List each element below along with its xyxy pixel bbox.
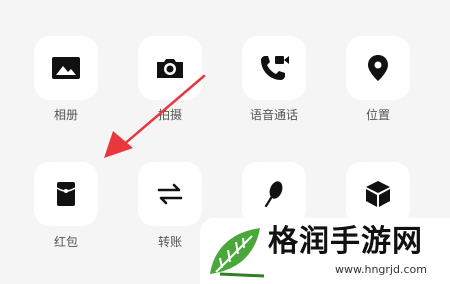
watermark-url: www.hngrjd.com bbox=[335, 263, 427, 276]
leaf-logo-icon bbox=[210, 228, 264, 278]
watermark: 格润手游网 www.hngrjd.com bbox=[200, 218, 450, 284]
watermark-text: 格润手游网 bbox=[268, 224, 423, 259]
